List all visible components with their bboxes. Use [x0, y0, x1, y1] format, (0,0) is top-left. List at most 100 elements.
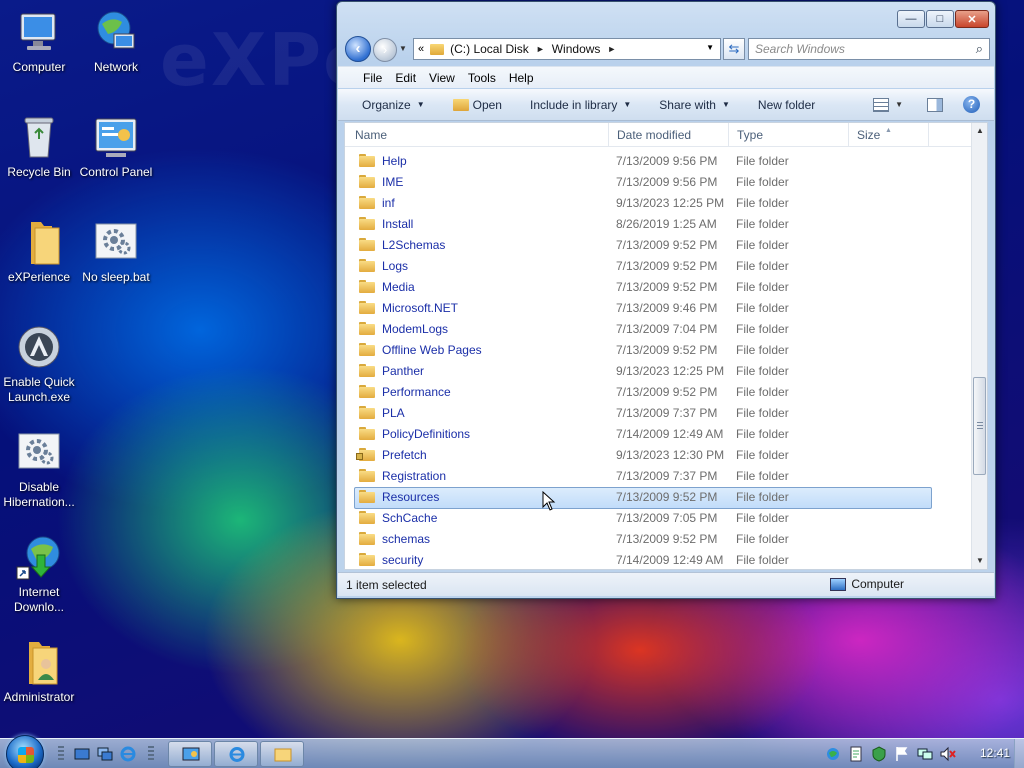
scroll-up-arrow-icon[interactable]: ▲ [972, 123, 987, 139]
internet-explorer-quicklaunch-icon[interactable] [120, 746, 136, 762]
file-name-cell[interactable]: Microsoft.NET [345, 301, 609, 315]
file-name-cell[interactable]: Resources [345, 490, 609, 504]
file-name-cell[interactable]: SchCache [345, 511, 609, 525]
table-row[interactable]: Microsoft.NET 7/13/2009 9:46 PM File folde… [345, 297, 973, 318]
file-name-cell[interactable]: Registration [345, 469, 609, 483]
address-overflow-icon[interactable]: « [418, 43, 424, 55]
include-in-library-button[interactable]: Include in library ▼ [530, 98, 631, 112]
preview-pane-icon[interactable] [927, 97, 943, 112]
recent-pages-dropdown[interactable]: ▼ [399, 44, 407, 53]
taskbar-button-windows-explorer[interactable] [260, 741, 304, 767]
file-name[interactable]: Logs [382, 259, 408, 273]
desktop-icon-recycle-bin[interactable]: Recycle Bin [0, 113, 78, 180]
breadcrumb-local-disk[interactable]: (C:) Local Disk [450, 42, 529, 56]
desktop-icon-internet-download[interactable]: Internet Downlo... [0, 533, 78, 615]
forward-button[interactable]: › [373, 38, 397, 62]
table-row[interactable]: Offline Web Pages 7/13/2009 9:52 PM File f… [345, 339, 973, 360]
desktop-icon-network[interactable]: Network [77, 8, 155, 75]
column-header-size[interactable]: Size ▲ [849, 123, 929, 147]
file-name-cell[interactable]: Performance [345, 385, 609, 399]
taskbar-grip-icon[interactable] [148, 746, 154, 762]
desktop-icon-experience[interactable]: eXPerience [0, 218, 78, 285]
address-dropdown-icon[interactable]: ▼ [706, 43, 714, 52]
file-name[interactable]: ModemLogs [382, 322, 448, 336]
file-name-cell[interactable]: ModemLogs [345, 322, 609, 336]
table-row[interactable]: Help 7/13/2009 9:56 PM File folder [345, 150, 973, 171]
taskbar-button-internet-explorer[interactable] [214, 741, 258, 767]
file-name[interactable]: inf [382, 196, 395, 210]
vertical-scrollbar[interactable]: ▲ ▼ [971, 123, 987, 569]
menu-tools[interactable]: Tools [468, 71, 496, 85]
file-name[interactable]: schemas [382, 532, 430, 546]
file-name-cell[interactable]: PLA [345, 406, 609, 420]
file-list-pane[interactable]: Name Date modified Type Size ▲ Help 7/13/2… [344, 122, 988, 570]
column-header-date-modified[interactable]: Date modified [609, 123, 729, 147]
tray-volume-muted-icon[interactable] [940, 746, 956, 762]
start-button[interactable] [6, 735, 44, 768]
tray-security-shield-icon[interactable] [871, 746, 887, 762]
view-options-chevron-icon[interactable]: ▼ [895, 100, 903, 109]
table-row[interactable]: Media 7/13/2009 9:52 PM File folder [345, 276, 973, 297]
back-button[interactable]: ‹ [345, 36, 371, 62]
file-name-cell[interactable]: inf [345, 196, 609, 210]
file-name[interactable]: Media [382, 280, 415, 294]
table-row[interactable]: inf 9/13/2023 12:25 PM File folder [345, 192, 973, 213]
file-name[interactable]: PolicyDefinitions [382, 427, 470, 441]
table-row[interactable]: Panther 9/13/2023 12:25 PM File folder [345, 360, 973, 381]
desktop-icon-enable-quick-launch[interactable]: Enable Quick Launch.exe [0, 323, 78, 405]
file-name[interactable]: Offline Web Pages [382, 343, 482, 357]
file-name-cell[interactable]: security [345, 553, 609, 567]
search-input[interactable]: Search Windows ⌕ [748, 38, 990, 60]
desktop-icon-no-sleep[interactable]: No sleep.bat [77, 218, 155, 285]
file-name-cell[interactable]: Prefetch [345, 448, 609, 462]
explorer-window[interactable]: — □ ✕ ‹ › ▼ « (C:) Local Disk ► Windows … [336, 1, 996, 599]
table-row[interactable]: Performance 7/13/2009 9:52 PM File folder [345, 381, 973, 402]
file-name[interactable]: Performance [382, 385, 451, 399]
file-name-cell[interactable]: Install [345, 217, 609, 231]
table-row[interactable]: Prefetch 9/13/2023 12:30 PM File folder [345, 444, 973, 465]
breadcrumb-separator-icon[interactable]: ► [536, 44, 545, 54]
maximize-button[interactable]: □ [926, 10, 954, 28]
file-name-cell[interactable]: Media [345, 280, 609, 294]
file-name[interactable]: SchCache [382, 511, 437, 525]
close-button[interactable]: ✕ [955, 10, 989, 28]
table-row[interactable]: PLA 7/13/2009 7:37 PM File folder [345, 402, 973, 423]
search-icon[interactable]: ⌕ [976, 41, 983, 57]
menu-edit[interactable]: Edit [395, 71, 416, 85]
table-row[interactable]: Resources 7/13/2009 9:52 PM File folder [345, 486, 973, 509]
change-view-icon[interactable] [873, 97, 890, 112]
file-name[interactable]: L2Schemas [382, 238, 445, 252]
switch-windows-icon[interactable] [97, 746, 113, 762]
tray-network-connection-icon[interactable] [917, 746, 933, 762]
table-row[interactable]: SchCache 7/13/2009 7:05 PM File folder [345, 507, 973, 528]
file-name-cell[interactable]: L2Schemas [345, 238, 609, 252]
column-header-name[interactable]: Name [345, 123, 609, 147]
table-row[interactable]: security 7/14/2009 12:49 AM File folder [345, 549, 973, 569]
open-button[interactable]: Open [452, 98, 502, 112]
table-row[interactable]: L2Schemas 7/13/2009 9:52 PM File folder [345, 234, 973, 255]
file-name-cell[interactable]: IME [345, 175, 609, 189]
table-row[interactable]: Registration 7/13/2009 7:37 PM File folder [345, 465, 973, 486]
file-name[interactable]: Microsoft.NET [382, 301, 458, 315]
file-name-cell[interactable]: Logs [345, 259, 609, 273]
file-name[interactable]: Resources [382, 490, 439, 504]
share-with-button[interactable]: Share with ▼ [659, 98, 730, 112]
column-header-type[interactable]: Type [729, 123, 849, 147]
help-icon[interactable]: ? [963, 96, 980, 113]
file-name[interactable]: Registration [382, 469, 446, 483]
table-row[interactable]: ModemLogs 7/13/2009 7:04 PM File folder [345, 318, 973, 339]
menu-file[interactable]: File [363, 71, 382, 85]
tray-action-center-flag-icon[interactable] [894, 746, 910, 762]
new-folder-button[interactable]: New folder [758, 98, 815, 112]
file-name-cell[interactable]: Help [345, 154, 609, 168]
tray-network-globe-icon[interactable] [825, 746, 841, 762]
quick-launch-grip-icon[interactable] [58, 746, 64, 762]
file-name-cell[interactable]: Offline Web Pages [345, 343, 609, 357]
file-name[interactable]: Panther [382, 364, 424, 378]
show-desktop-button[interactable] [1014, 739, 1024, 768]
scroll-down-arrow-icon[interactable]: ▼ [972, 553, 987, 569]
desktop-icon-computer[interactable]: Computer [0, 8, 78, 75]
file-name-cell[interactable]: PolicyDefinitions [345, 427, 609, 441]
menu-view[interactable]: View [429, 71, 455, 85]
desktop-icon-disable-hibernation[interactable]: Disable Hibernation... [0, 428, 78, 510]
